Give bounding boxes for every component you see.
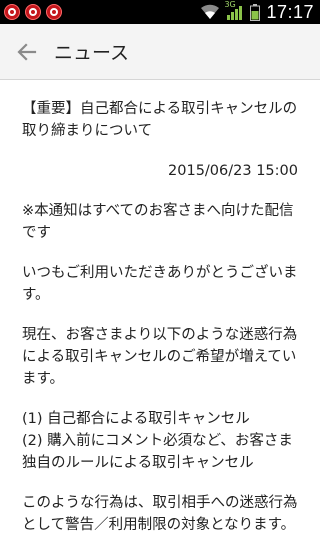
news-paragraph: 現在、お客さまより以下のような迷惑行為による取引キャンセルのご希望が増えています… <box>22 327 298 387</box>
battery-icon <box>250 3 261 21</box>
network-type-label: 3G <box>224 0 236 9</box>
notification-icon <box>25 4 41 20</box>
news-paragraph: (1) 自己都合による取引キャンセル (2) 購入前にコメント必須など、お客さま… <box>22 411 293 471</box>
news-headline: 【重要】自己都合による取引キャンセルの取り締まりについて <box>22 101 298 139</box>
arrow-left-icon <box>17 42 37 61</box>
news-paragraph: いつもご利用いただきありがとうございます。 <box>22 265 298 303</box>
signal-icon: 3G <box>224 0 244 20</box>
status-time: 17:17 <box>266 1 314 22</box>
page-title: ニュース <box>54 42 130 64</box>
news-paragraph: ※本通知はすべてのお客さまへ向けた配信です <box>22 203 294 241</box>
news-paragraph: このような行為は、取引相手への迷惑行為として警告／利用制限の対象となります。 <box>22 495 298 533</box>
notification-icon <box>4 4 20 20</box>
back-button[interactable] <box>0 24 54 80</box>
notification-icon <box>46 4 62 20</box>
status-bar: 3G 17:17 <box>0 0 320 24</box>
wifi-icon <box>201 4 220 20</box>
news-date: 2015/06/23 15:00 <box>168 163 298 179</box>
app-bar: ニュース <box>0 24 320 80</box>
news-article: 【重要】自己都合による取引キャンセルの取り締まりについて 2015/06/23 … <box>0 80 320 536</box>
